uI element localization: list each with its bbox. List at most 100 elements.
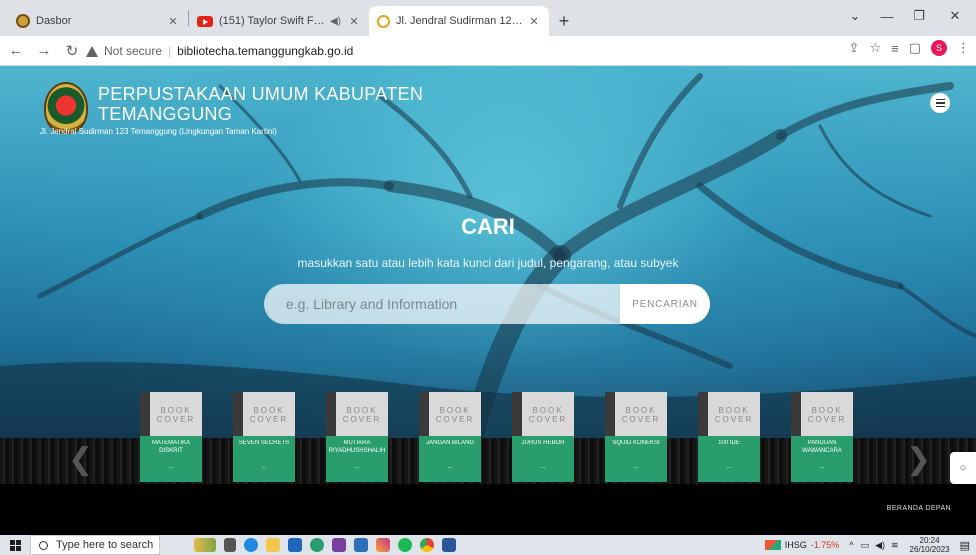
search-form: PENCARIAN: [264, 284, 710, 324]
home-link[interactable]: BERANDA DEPAN: [887, 505, 951, 512]
book-label: MUTIARA RIYADHUSHSHALIH...: [326, 436, 388, 482]
mail-icon[interactable]: [288, 538, 302, 552]
chevron-up-icon[interactable]: ^: [849, 540, 853, 550]
omnibox-divider: |: [168, 44, 172, 58]
youtube-favicon-icon: [197, 15, 213, 27]
book-card[interactable]: BOOK COVER MATEMATIKA DISKRIT...: [140, 392, 202, 482]
menu-line: [935, 102, 945, 104]
clock-time: 20:24: [919, 536, 940, 545]
book-card[interactable]: BOOK COVER SQUID KONEKSI...: [605, 392, 667, 482]
book-more: ...: [540, 464, 546, 470]
tab-strip: Dasbor ✕ (151) Taylor Swift FEARLESS ◀︎)…: [0, 0, 976, 36]
book-title: MATEMATIKA DISKRIT: [151, 440, 191, 454]
chat-icon[interactable]: ○: [950, 452, 976, 484]
window-close-button[interactable]: ✕: [940, 4, 970, 28]
bookmark-star-icon[interactable]: ☆: [869, 40, 881, 56]
file-explorer-icon[interactable]: [266, 538, 280, 552]
site-title[interactable]: PERPUSTAKAAN UMUM KABUPATEN TEMANGGUNG: [98, 84, 423, 124]
book-label: PANDUAN WAWANCARA...: [791, 436, 853, 482]
book-more: ...: [633, 464, 639, 470]
stock-change[interactable]: -1.75%: [811, 540, 840, 550]
reload-button[interactable]: ↻: [60, 39, 84, 63]
back-button[interactable]: ←: [4, 39, 28, 63]
book-card[interactable]: BOOK COVER SEVEN SECRETS...: [233, 392, 295, 482]
new-tab-button[interactable]: +: [549, 6, 579, 36]
search-input[interactable]: [264, 284, 620, 324]
restore-button[interactable]: ❐: [904, 4, 934, 28]
tab-search-icon[interactable]: ⌄: [840, 4, 870, 28]
tab-youtube[interactable]: (151) Taylor Swift FEARLESS ◀︎) ✕: [189, 6, 369, 36]
book-card[interactable]: BOOK COVER 100 IDE...: [698, 392, 760, 482]
carousel-prev-icon[interactable]: ❮: [68, 440, 93, 480]
instagram-icon[interactable]: [376, 538, 390, 552]
battery-icon[interactable]: ▭: [861, 540, 870, 551]
hamburger-menu-button[interactable]: [930, 93, 950, 113]
start-button[interactable]: [0, 535, 30, 555]
task-view-icon[interactable]: [224, 538, 236, 552]
tab-title: (151) Taylor Swift FEARLESS: [219, 15, 330, 27]
warning-icon: [86, 45, 98, 57]
side-panel-icon[interactable]: ▢: [909, 40, 921, 56]
spotify-icon[interactable]: [398, 538, 412, 552]
close-icon[interactable]: ✕: [166, 15, 180, 28]
site-footer: BERANDA DEPAN: [0, 484, 976, 535]
close-icon[interactable]: ✕: [527, 15, 541, 28]
onenote-icon[interactable]: [332, 538, 346, 552]
book-cover-text: BOOK COVER: [156, 406, 196, 424]
book-title: 100 IDE: [718, 440, 740, 446]
reading-list-icon[interactable]: ≡: [891, 41, 899, 56]
kebab-menu-icon[interactable]: ⋮: [957, 40, 970, 56]
wifi-icon[interactable]: ≋: [891, 540, 899, 551]
book-card[interactable]: BOOK COVER MUTIARA RIYADHUSHSHALIH...: [326, 392, 388, 482]
url-text[interactable]: bibliotecha.temanggungkab.go.id: [177, 44, 353, 58]
stock-chart-icon: [764, 540, 781, 550]
book-card[interactable]: BOOK COVER PANDUAN WAWANCARA...: [791, 392, 853, 482]
word-icon[interactable]: [442, 538, 456, 552]
book-title: JURUS HEBOH: [521, 440, 565, 446]
book-title: PANDUAN WAWANCARA: [802, 440, 842, 454]
news-widget-icon[interactable]: [194, 538, 216, 552]
book-more: ...: [447, 464, 453, 470]
book-cover-text: BOOK COVER: [342, 406, 382, 424]
chrome-icon[interactable]: [420, 538, 434, 552]
library-homepage: PERPUSTAKAAN UMUM KABUPATEN TEMANGGUNG J…: [0, 66, 976, 535]
speaker-icon[interactable]: ◀︎): [330, 16, 341, 27]
minimize-button[interactable]: —: [872, 4, 902, 28]
search-button[interactable]: PENCARIAN: [620, 284, 710, 324]
clock-date: 26/10/2023: [909, 545, 950, 554]
tab-active-library[interactable]: Jl. Jendral Sudirman 123 Temangg ✕: [369, 6, 549, 36]
notification-icon[interactable]: ▤: [960, 539, 970, 552]
volume-icon[interactable]: ◀︎): [875, 540, 885, 551]
menu-line: [935, 105, 945, 108]
taskbar-search-placeholder: Type here to search: [56, 539, 154, 551]
book-more: ...: [261, 464, 267, 470]
taskbar-search[interactable]: Type here to search: [30, 535, 160, 555]
book-cover-text: BOOK COVER: [249, 406, 289, 424]
security-label[interactable]: Not secure: [104, 44, 162, 58]
share-icon[interactable]: ⇪: [849, 40, 860, 56]
book-label: SEVEN SECRETS...: [233, 436, 295, 482]
book-cover-text: BOOK COVER: [528, 406, 568, 424]
forward-button[interactable]: →: [32, 39, 56, 63]
book-label: JANGAN BILANG...: [419, 436, 481, 482]
omnibox[interactable]: Not secure | bibliotecha.temanggungkab.g…: [86, 39, 826, 63]
tab-dasbor[interactable]: Dasbor ✕: [8, 6, 188, 36]
store-icon[interactable]: [354, 538, 368, 552]
windows-logo-icon: [9, 539, 21, 551]
book-cover-text: BOOK COVER: [435, 406, 475, 424]
search-icon: [39, 540, 48, 550]
close-icon[interactable]: ✕: [347, 15, 361, 28]
book-card[interactable]: BOOK COVER JURUS HEBOH...: [512, 392, 574, 482]
book-cover-text: BOOK COVER: [807, 406, 847, 424]
edge-icon[interactable]: [244, 538, 258, 552]
carousel-next-icon[interactable]: ❯: [906, 440, 931, 480]
book-card[interactable]: BOOK COVER JANGAN BILANG...: [419, 392, 481, 482]
windows-taskbar: Type here to search IHSG -1.75% ^ ▭ ◀︎) …: [0, 535, 976, 555]
book-more: ...: [354, 464, 360, 470]
book-more: ...: [819, 464, 825, 470]
profile-avatar[interactable]: S: [931, 40, 947, 56]
stock-name[interactable]: IHSG: [785, 540, 807, 550]
whatsapp-icon[interactable]: [310, 538, 324, 552]
clock[interactable]: 20:24 26/10/2023: [910, 536, 950, 554]
book-label: MATEMATIKA DISKRIT...: [140, 436, 202, 482]
